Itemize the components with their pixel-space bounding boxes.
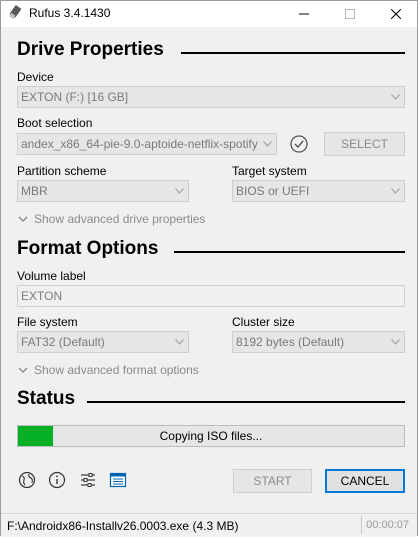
log-icon[interactable] xyxy=(108,470,128,490)
status-divider xyxy=(361,516,362,534)
file-system-label: File system xyxy=(17,315,78,329)
file-system-dropdown[interactable]: FAT32 (Default) xyxy=(17,331,189,353)
section-divider xyxy=(174,251,405,253)
chevron-down-icon xyxy=(175,188,184,194)
advanced-drive-label: Show advanced drive properties xyxy=(34,212,206,226)
drive-properties-heading: Drive Properties xyxy=(17,39,164,60)
boot-selection-value: andex_x86_64-pie-9.0-aptoide-netflix-spo… xyxy=(21,137,258,151)
close-button[interactable] xyxy=(373,1,419,27)
cluster-size-label: Cluster size xyxy=(232,315,295,329)
cancel-button[interactable]: CANCEL xyxy=(325,469,405,493)
window-title: Rufus 3.4.1430 xyxy=(29,6,111,20)
device-dropdown[interactable]: EXTON (F:) [16 GB] xyxy=(17,86,405,108)
select-button[interactable]: SELECT xyxy=(324,132,405,156)
info-icon[interactable] xyxy=(47,470,67,490)
chevron-down-icon xyxy=(391,339,400,345)
status-heading: Status xyxy=(17,388,76,409)
chevron-down-icon xyxy=(391,188,400,194)
usb-drive-icon xyxy=(7,5,23,21)
rufus-window: Rufus 3.4.1430 Drive Properties Device E… xyxy=(0,0,418,537)
maximize-button[interactable] xyxy=(327,1,373,27)
cluster-size-dropdown[interactable]: 8192 bytes (Default) xyxy=(232,331,405,353)
settings-sliders-icon[interactable] xyxy=(78,470,98,490)
status-bar: F:\Androidx86-Installv26.0003.exe (4.3 M… xyxy=(1,513,417,537)
target-system-dropdown[interactable]: BIOS or UEFI xyxy=(232,180,405,202)
chevron-down-icon xyxy=(391,94,400,100)
advanced-drive-toggle[interactable]: Show advanced drive properties xyxy=(18,212,205,226)
partition-scheme-value: MBR xyxy=(21,184,48,198)
device-label: Device xyxy=(17,70,54,84)
volume-label-label: Volume label xyxy=(17,269,86,283)
title-bar: Rufus 3.4.1430 xyxy=(1,1,417,27)
chevron-down-icon xyxy=(263,141,272,147)
progress-bar: Copying ISO files... xyxy=(17,425,405,447)
start-button[interactable]: START xyxy=(233,469,312,493)
partition-scheme-dropdown[interactable]: MBR xyxy=(17,180,189,202)
globe-icon[interactable] xyxy=(17,470,37,490)
elapsed-time: 00:00:07 xyxy=(366,519,409,531)
chevron-down-icon xyxy=(18,367,28,373)
checksum-check-icon[interactable] xyxy=(289,134,309,154)
boot-selection-label: Boot selection xyxy=(17,116,93,130)
cluster-size-value: 8192 bytes (Default) xyxy=(236,335,345,349)
boot-selection-dropdown[interactable]: andex_x86_64-pie-9.0-aptoide-netflix-spo… xyxy=(17,133,277,155)
device-value: EXTON (F:) [16 GB] xyxy=(21,90,129,104)
status-file-text: F:\Androidx86-Installv26.0003.exe (4.3 M… xyxy=(7,519,239,533)
file-system-value: FAT32 (Default) xyxy=(21,335,105,349)
chevron-down-icon xyxy=(175,339,184,345)
chevron-down-icon xyxy=(18,216,28,222)
progress-text: Copying ISO files... xyxy=(159,429,263,443)
format-options-heading: Format Options xyxy=(17,238,159,259)
target-system-value: BIOS or UEFI xyxy=(236,184,310,198)
partition-scheme-label: Partition scheme xyxy=(17,164,107,178)
section-divider xyxy=(181,52,405,54)
section-divider xyxy=(87,401,405,403)
advanced-format-label: Show advanced format options xyxy=(34,363,199,377)
volume-label-input[interactable]: EXTON xyxy=(17,285,405,307)
minimize-button[interactable] xyxy=(281,1,327,27)
advanced-format-toggle[interactable]: Show advanced format options xyxy=(18,363,199,377)
target-system-label: Target system xyxy=(232,164,307,178)
